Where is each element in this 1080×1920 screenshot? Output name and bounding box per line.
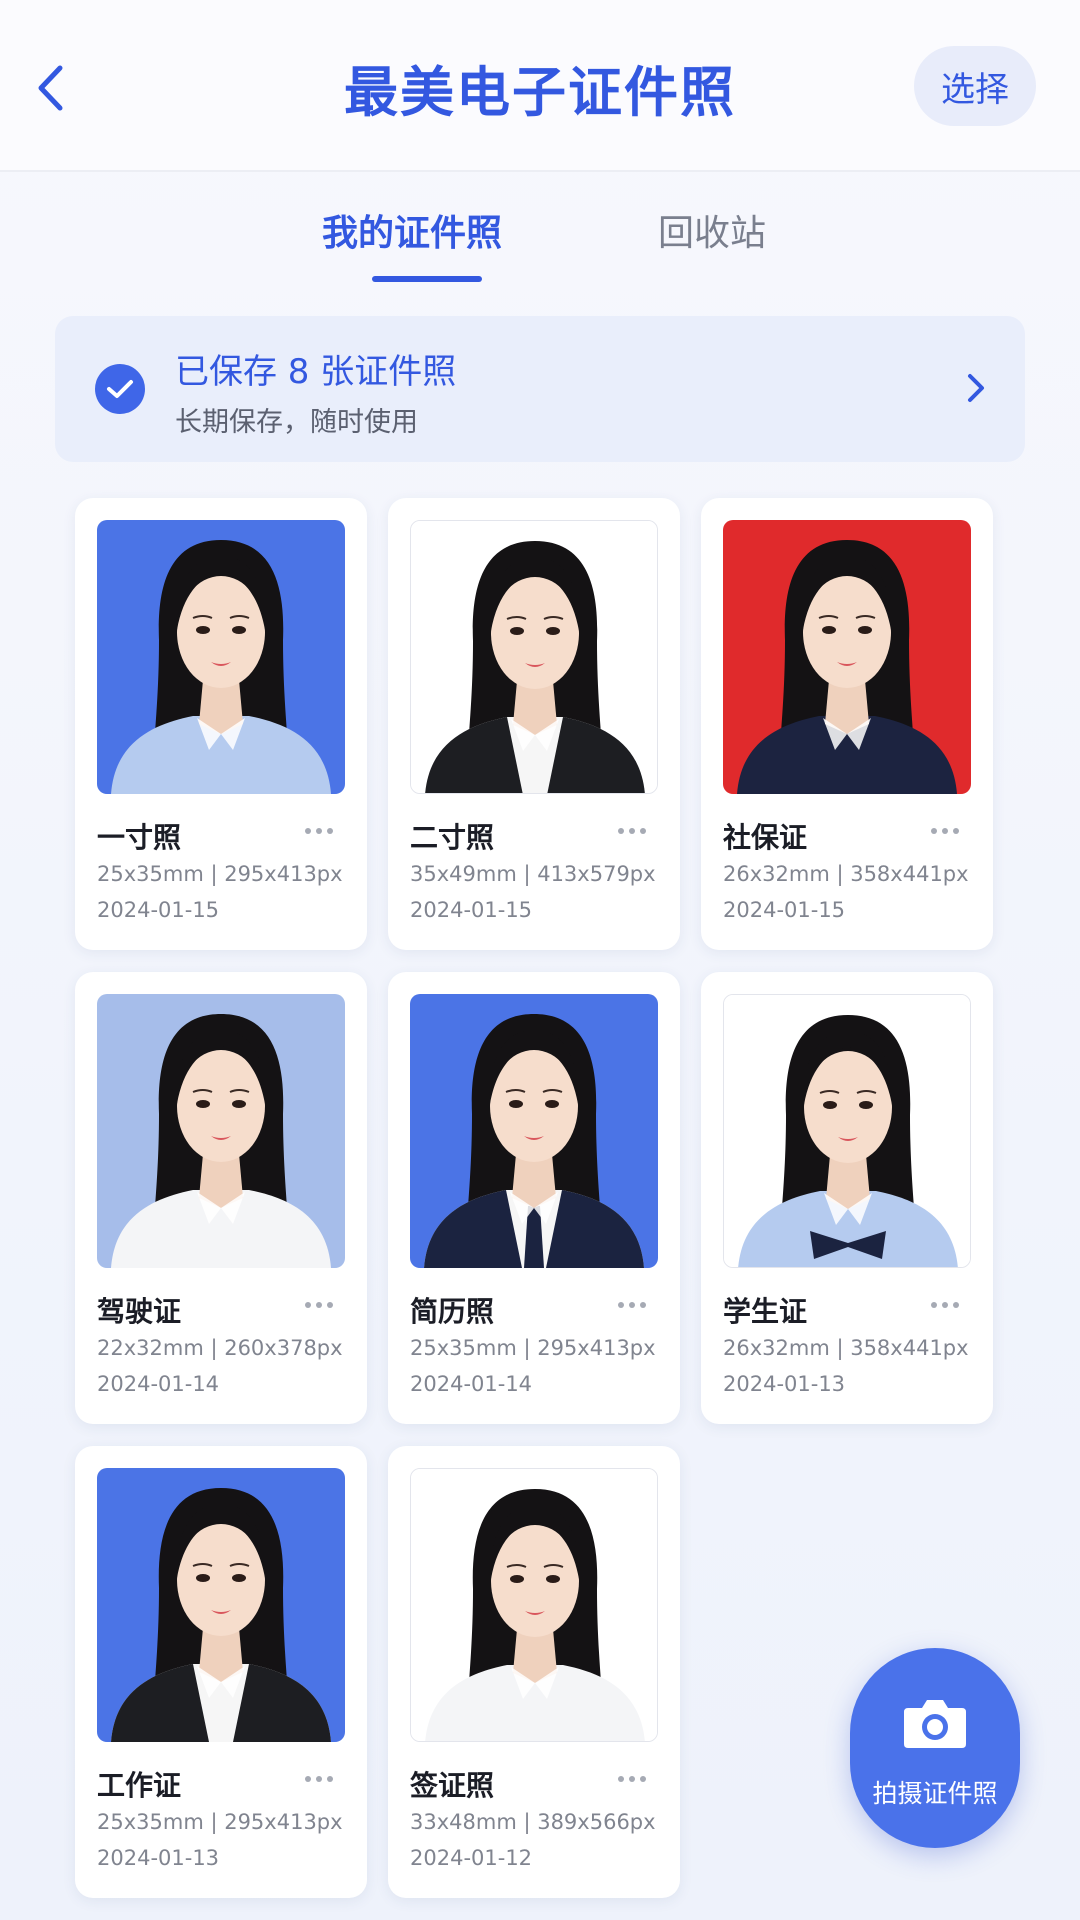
- id-photo-image: [97, 1468, 345, 1742]
- app-header: 最美电子证件照 选择: [0, 0, 1080, 172]
- id-photo-image: [410, 520, 658, 794]
- photo-date: 2024-01-15: [410, 898, 533, 922]
- take-photo-label: 拍摄证件照: [872, 1779, 998, 1808]
- tab-bar: 我的证件照 回收站: [0, 172, 1080, 292]
- photo-name: 工作证: [97, 1769, 182, 1802]
- photo-card[interactable]: 驾驶证 22x32mm | 260x378px 2024-01-14: [75, 972, 367, 1424]
- photo-card[interactable]: 工作证 25x35mm | 295x413px 2024-01-13: [75, 1446, 367, 1898]
- id-photo-image: [410, 1468, 658, 1742]
- photo-date: 2024-01-14: [410, 1372, 533, 1396]
- photo-card[interactable]: 简历照 25x35mm | 295x413px 2024-01-14: [388, 972, 680, 1424]
- photo-spec: 26x32mm | 358x441px: [723, 862, 969, 886]
- more-dots-icon[interactable]: [293, 1290, 345, 1320]
- photo-card[interactable]: 二寸照 35x49mm | 413x579px 2024-01-15: [388, 498, 680, 950]
- select-button[interactable]: 选择: [914, 46, 1036, 126]
- check-circle-icon: [95, 364, 145, 414]
- camera-icon: [904, 1700, 966, 1748]
- photo-spec: 33x48mm | 389x566px: [410, 1810, 656, 1834]
- more-dots-icon[interactable]: [919, 1290, 971, 1320]
- photo-date: 2024-01-13: [723, 1372, 846, 1396]
- photo-name: 驾驶证: [97, 1295, 182, 1328]
- photo-card[interactable]: 学生证 26x32mm | 358x441px 2024-01-13: [701, 972, 993, 1424]
- photo-spec: 25x35mm | 295x413px: [97, 1810, 343, 1834]
- id-photo-image: [723, 994, 971, 1268]
- photo-date: 2024-01-13: [97, 1846, 220, 1870]
- photo-date: 2024-01-14: [97, 1372, 220, 1396]
- banner-title: 已保存 8 张证件照: [175, 352, 457, 392]
- saved-summary-banner[interactable]: 已保存 8 张证件照 长期保存，随时使用: [55, 316, 1025, 462]
- banner-subtitle: 长期保存，随时使用: [175, 407, 418, 438]
- take-photo-button[interactable]: 拍摄证件照: [850, 1648, 1020, 1848]
- more-dots-icon[interactable]: [606, 1290, 658, 1320]
- more-dots-icon[interactable]: [293, 816, 345, 846]
- chevron-right-icon: [961, 368, 991, 408]
- photo-name: 简历照: [410, 1295, 495, 1328]
- photo-spec: 26x32mm | 358x441px: [723, 1336, 969, 1360]
- photo-name: 一寸照: [97, 821, 182, 854]
- photo-card[interactable]: 一寸照 25x35mm | 295x413px 2024-01-15: [75, 498, 367, 950]
- more-dots-icon[interactable]: [919, 816, 971, 846]
- id-photo-image: [97, 994, 345, 1268]
- more-dots-icon[interactable]: [606, 1764, 658, 1794]
- photo-spec: 35x49mm | 413x579px: [410, 862, 656, 886]
- tab-recycle-bin[interactable]: 回收站: [658, 204, 766, 256]
- photo-name: 社保证: [723, 821, 808, 854]
- photo-date: 2024-01-15: [97, 898, 220, 922]
- active-tab-indicator: [372, 276, 482, 282]
- id-photo-image: [723, 520, 971, 794]
- photo-spec: 25x35mm | 295x413px: [97, 862, 343, 886]
- photo-spec: 22x32mm | 260x378px: [97, 1336, 343, 1360]
- photo-date: 2024-01-15: [723, 898, 846, 922]
- photo-name: 签证照: [410, 1769, 495, 1802]
- photo-name: 学生证: [723, 1295, 808, 1328]
- tab-my-photos[interactable]: 我的证件照: [322, 204, 502, 256]
- photo-date: 2024-01-12: [410, 1846, 533, 1870]
- photo-name: 二寸照: [410, 821, 495, 854]
- photo-card[interactable]: 社保证 26x32mm | 358x441px 2024-01-15: [701, 498, 993, 950]
- photo-spec: 25x35mm | 295x413px: [410, 1336, 656, 1360]
- id-photo-image: [97, 520, 345, 794]
- more-dots-icon[interactable]: [293, 1764, 345, 1794]
- id-photo-image: [410, 994, 658, 1268]
- photo-card[interactable]: 签证照 33x48mm | 389x566px 2024-01-12: [388, 1446, 680, 1898]
- more-dots-icon[interactable]: [606, 816, 658, 846]
